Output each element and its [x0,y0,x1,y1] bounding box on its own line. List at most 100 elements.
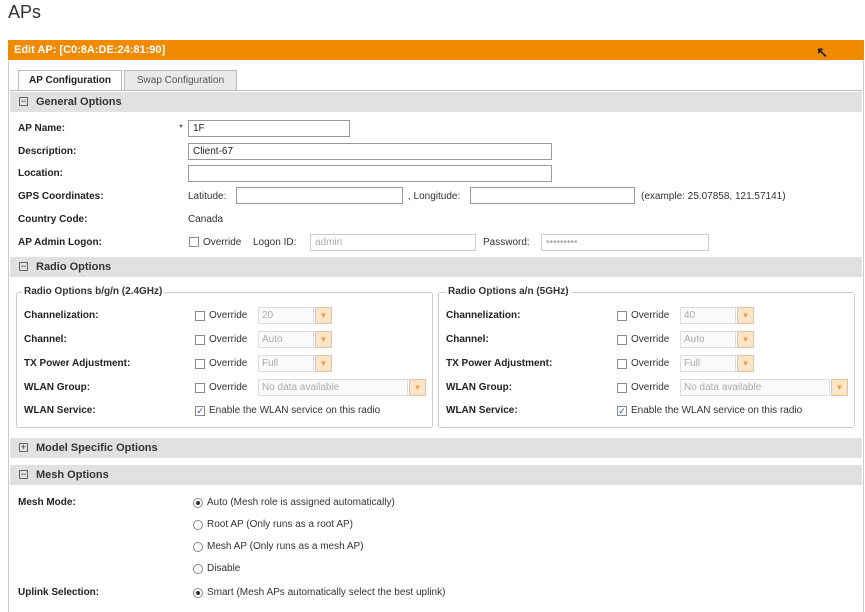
an-tx-power-select[interactable]: Full [680,355,736,372]
bgn-tx-power-override-checkbox[interactable] [195,359,205,369]
radio-an-legend: Radio Options a/n (5GHz) [446,286,571,297]
chevron-down-icon[interactable]: ▼ [315,355,332,372]
ap-name-label: AP Name: [18,123,66,134]
mesh-mode-auto-radio[interactable] [193,498,203,508]
checkmark-icon: ✓ [196,406,204,416]
ap-name-input[interactable]: 1F [188,120,350,137]
minus-box-icon[interactable]: − [19,470,28,479]
general-options-header[interactable]: − General Options [10,92,862,112]
an-wlan-service-text: Enable the WLAN service on this radio [631,405,803,416]
bgn-wlan-group-select[interactable]: No data available [258,379,408,396]
description-input[interactable]: Client-67 [188,143,552,160]
an-wlan-group-override-checkbox[interactable] [617,383,627,393]
chevron-down-icon[interactable]: ▼ [831,379,848,396]
override-label: Override [631,334,670,345]
an-wlan-service-label: WLAN Service: [446,405,518,416]
bgn-wlan-service-text: Enable the WLAN service on this radio [209,405,381,416]
bgn-wlan-service-label: WLAN Service: [24,405,96,416]
admin-override-checkbox[interactable] [189,237,199,247]
an-channelization-override-checkbox[interactable] [617,311,627,321]
description-label: Description: [18,146,77,157]
password-label: Password: [483,237,530,248]
chevron-down-icon[interactable]: ▼ [409,379,426,396]
admin-override-label: Override [203,237,242,248]
mesh-mode-disable-label: Disable [207,563,241,574]
an-channel-label: Channel: [446,334,489,345]
mesh-mode-root-label: Root AP (Only runs as a root AP) [207,519,353,530]
checkmark-icon: ✓ [618,406,626,416]
chevron-down-icon[interactable]: ▼ [315,331,332,348]
tab-divider [10,90,862,91]
mesh-mode-auto-label: Auto (Mesh role is assigned automaticall… [207,497,395,508]
override-label: Override [209,310,248,321]
mesh-mode-disable-radio[interactable] [193,564,203,574]
edit-ap-title: Edit AP: [C0:8A:DE:24:81:90] [14,44,166,56]
radio-options-header[interactable]: − Radio Options [10,257,862,277]
bgn-wlan-service-checkbox[interactable]: ✓ [195,406,205,416]
location-input[interactable] [188,165,552,182]
bgn-channel-override-checkbox[interactable] [195,335,205,345]
uplink-smart-label: Smart (Mesh APs automatically select the… [207,587,446,598]
an-channel-override-checkbox[interactable] [617,335,627,345]
an-wlan-group-select[interactable]: No data available [680,379,830,396]
edit-ap-header: Edit AP: [C0:8A:DE:24:81:90] ↖ [8,40,864,60]
mesh-mode-mesh-radio[interactable] [193,542,203,552]
gps-label: GPS Coordinates: [18,191,104,202]
section-title: Mesh Options [36,469,109,481]
longitude-label: , Longitude: [408,191,461,202]
model-specific-options-header[interactable]: + Model Specific Options [10,438,862,458]
override-label: Override [631,358,670,369]
radio-bgn-legend: Radio Options b/g/n (2.4GHz) [22,286,165,297]
plus-box-icon[interactable]: + [19,443,28,452]
an-channelization-label: Channelization: [446,310,521,321]
bgn-tx-power-label: TX Power Adjustment: [24,358,131,369]
bgn-channelization-override-checkbox[interactable] [195,311,205,321]
bgn-channel-label: Channel: [24,334,67,345]
override-label: Override [209,334,248,345]
mesh-options-header[interactable]: − Mesh Options [10,465,862,485]
logon-id-label: Logon ID: [253,237,297,248]
country-code-label: Country Code: [18,214,88,225]
country-code-value: Canada [188,214,224,225]
uplink-selection-label: Uplink Selection: [18,587,100,598]
tab-ap-configuration[interactable]: AP Configuration [18,70,122,91]
chevron-down-icon[interactable]: ▼ [737,355,754,372]
password-input[interactable]: ••••••••• [541,234,709,251]
uplink-smart-radio[interactable] [193,588,203,598]
mesh-mode-label: Mesh Mode: [18,497,76,508]
an-channel-select[interactable]: Auto [680,331,736,348]
mesh-mode-root-radio[interactable] [193,520,203,530]
longitude-input[interactable] [470,187,635,204]
logon-id-input[interactable]: admin [310,234,476,251]
chevron-down-icon[interactable]: ▼ [737,331,754,348]
an-wlan-service-checkbox[interactable]: ✓ [617,406,627,416]
bgn-channel-select[interactable]: Auto [258,331,314,348]
bgn-wlan-group-override-checkbox[interactable] [195,383,205,393]
an-tx-power-override-checkbox[interactable] [617,359,627,369]
an-tx-power-label: TX Power Adjustment: [446,358,553,369]
chevron-down-icon[interactable]: ▼ [737,307,754,324]
latitude-label: Latitude: [188,191,227,202]
mesh-mode-mesh-label: Mesh AP (Only runs as a mesh AP) [207,541,364,552]
location-label: Location: [18,168,63,179]
bgn-channelization-select[interactable]: 20 [258,307,314,324]
minus-box-icon[interactable]: − [19,97,28,106]
section-title: Model Specific Options [36,442,158,454]
override-label: Override [631,382,670,393]
bgn-tx-power-select[interactable]: Full [258,355,314,372]
bgn-channelization-label: Channelization: [24,310,99,321]
tab-swap-configuration[interactable]: Swap Configuration [124,70,237,90]
minus-box-icon[interactable]: − [19,262,28,271]
section-title: Radio Options [36,261,112,273]
section-title: General Options [36,96,122,108]
an-channelization-select[interactable]: 40 [680,307,736,324]
an-wlan-group-label: WLAN Group: [446,382,513,393]
latitude-input[interactable] [236,187,403,204]
gps-example: (example: 25.07858, 121.57141) [641,191,786,202]
override-label: Override [209,358,248,369]
override-label: Override [631,310,670,321]
bgn-wlan-group-label: WLAN Group: [24,382,91,393]
required-marker: * [179,123,183,134]
page-title: APs [8,2,42,22]
chevron-down-icon[interactable]: ▼ [315,307,332,324]
